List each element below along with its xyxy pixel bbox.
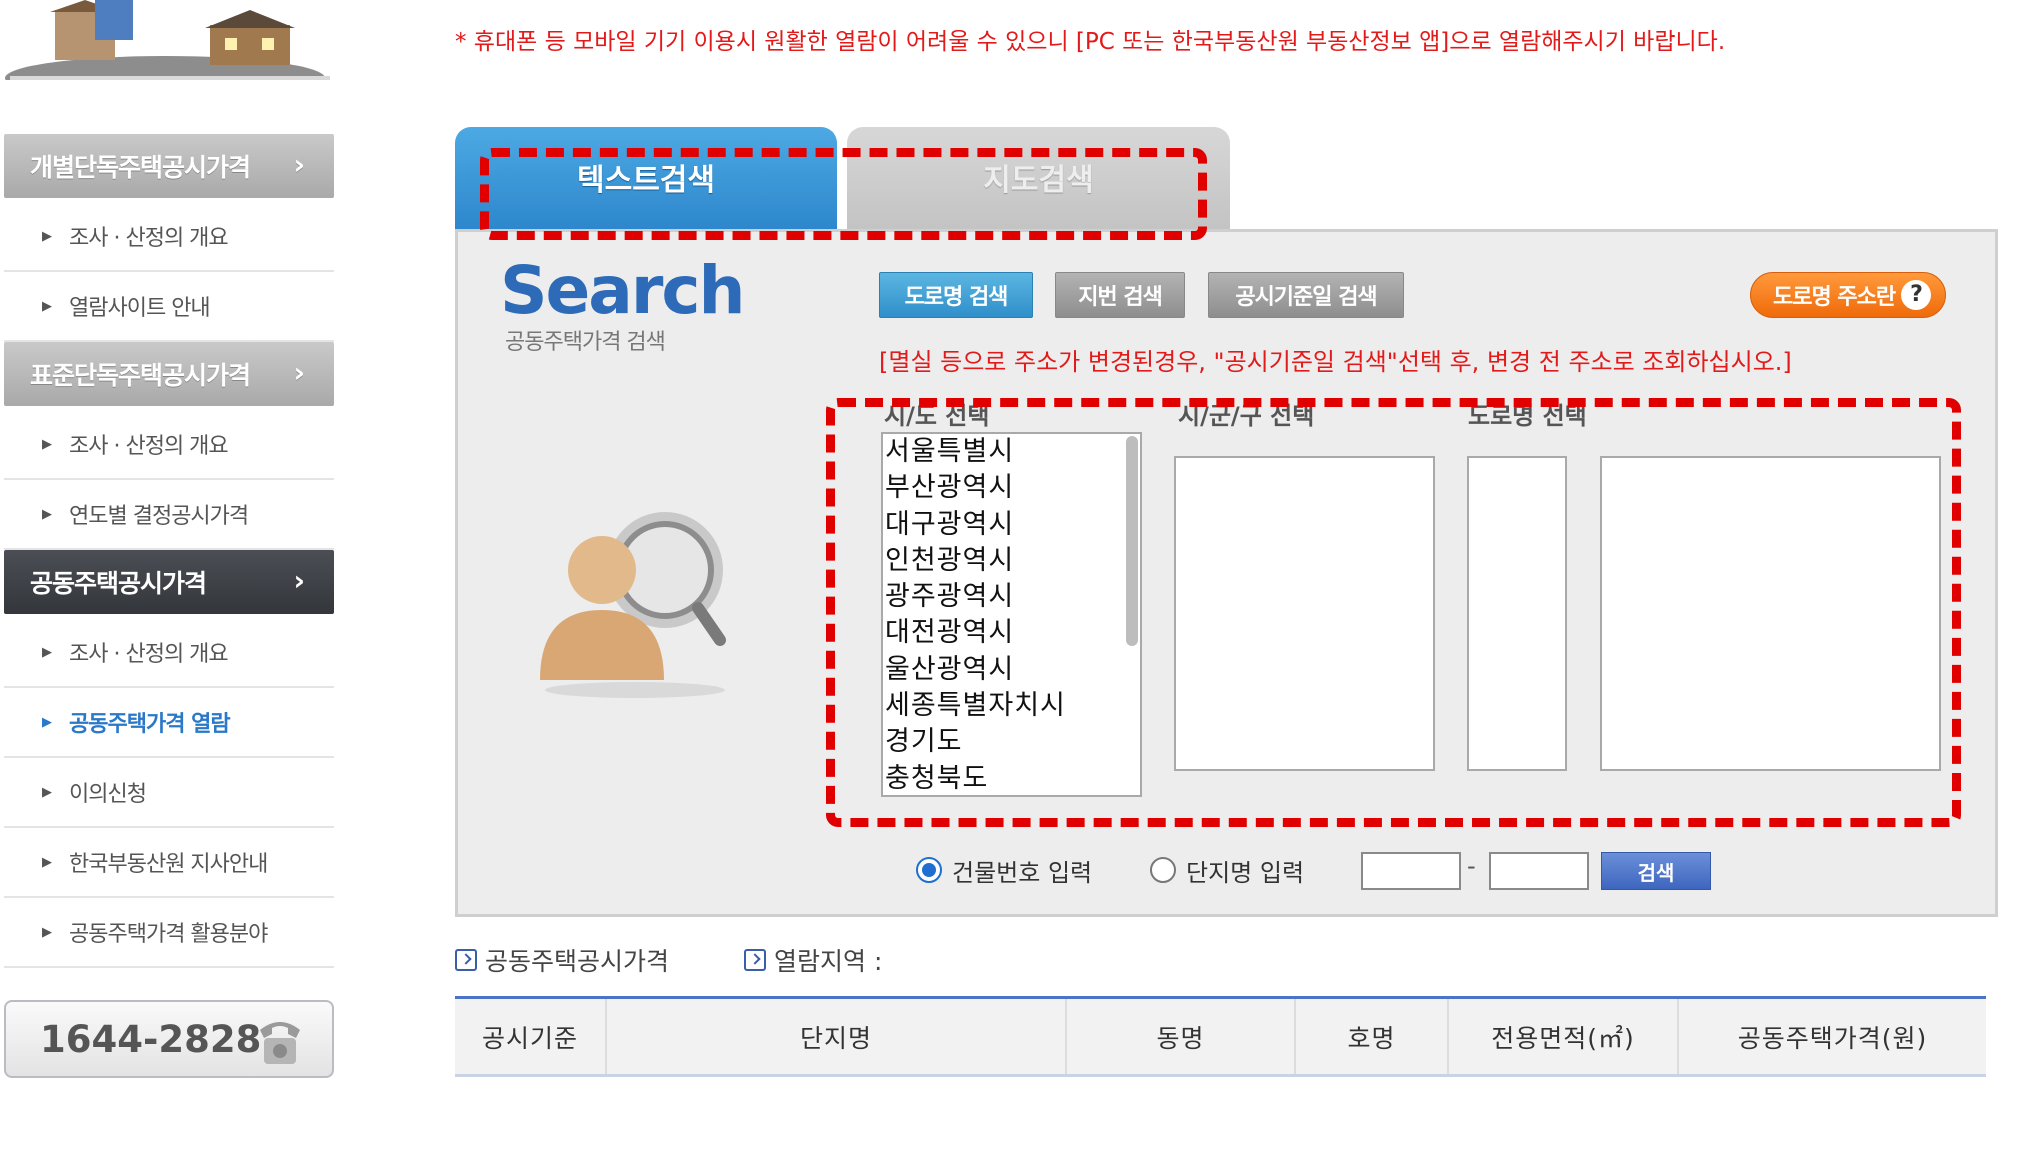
column-header: 공동주택가격(원) xyxy=(1737,1023,1928,1053)
separator-dash: - xyxy=(1467,852,1476,880)
sido-option[interactable]: 대전광역시 xyxy=(883,615,1140,651)
sidebar-item-site-guide[interactable]: ▶ 열람사이트 안내 xyxy=(4,272,334,342)
building-number-option[interactable]: 건물번호 입력 xyxy=(916,852,1092,888)
tab-text-search[interactable]: 텍스트검색 xyxy=(455,127,837,231)
sidebar-item-label: 이의신청 xyxy=(69,782,147,807)
road-select[interactable] xyxy=(1600,456,1941,771)
road-label: 도로명 선택 xyxy=(1468,402,1587,430)
houses-logo-art xyxy=(5,0,330,80)
result-region-text: 열람지역 : xyxy=(774,947,883,976)
column-header: 공시기준 xyxy=(455,999,607,1074)
arrow-right-icon: ▶ xyxy=(42,644,52,660)
result-table-header: 공시기준 단지명 동명 호명 전용면적(㎡) 공동주택가격(원) xyxy=(455,996,1986,1077)
sidebar-item-branches[interactable]: ▶ 한국부동산원 지사안내 xyxy=(4,828,334,898)
sidebar-category-label: 개별단독주택공시가격 xyxy=(30,153,251,182)
lot-search-button[interactable]: 지번 검색 xyxy=(1055,272,1185,318)
mobile-notice: * 휴대폰 등 모바일 기기 이용시 원활한 열람이 어려울 수 있으니 [PC… xyxy=(455,29,1726,55)
sidebar-item-label: 공동주택가격 활용분야 xyxy=(69,922,268,947)
sidebar-item-label: 연도별 결정공시가격 xyxy=(69,504,249,529)
radio-unselected[interactable] xyxy=(1150,857,1176,883)
sidebar-item-price-view[interactable]: ▶ 공동주택가격 열람 xyxy=(4,688,334,758)
arrow-right-icon: ▶ xyxy=(42,228,52,244)
search-logo: Search xyxy=(500,252,745,329)
chevron-right-icon: › xyxy=(293,356,305,389)
building-number-input-1[interactable] xyxy=(1361,852,1461,890)
chevron-right-icon: › xyxy=(293,564,305,597)
column-header: 호명 xyxy=(1296,999,1449,1074)
sidebar-category-label: 표준단독주택공시가격 xyxy=(30,361,251,390)
sido-option[interactable]: 광주광역시 xyxy=(883,579,1140,615)
radio-selected[interactable] xyxy=(916,857,942,883)
column-header: 전용면적(㎡) xyxy=(1449,999,1679,1074)
search-button[interactable]: 검색 xyxy=(1601,852,1711,890)
sidebar-item-label: 조사 · 산정의 개요 xyxy=(69,434,229,459)
sidebar-category-apartment[interactable]: 공동주택공시가격 › xyxy=(4,550,334,614)
sido-option[interactable]: 부산광역시 xyxy=(883,470,1140,506)
sidebar-item-label: 공동주택가격 열람 xyxy=(69,712,231,737)
sigungu-select[interactable] xyxy=(1174,456,1435,771)
help-icon: ? xyxy=(1901,280,1931,310)
phone-banner: 1644-2828 xyxy=(4,1000,334,1078)
building-number-label: 건물번호 입력 xyxy=(952,858,1093,887)
column-header: 동명 xyxy=(1067,999,1296,1074)
chevron-right-icon: › xyxy=(293,148,305,181)
phone-number: 1644-2828 xyxy=(40,1017,262,1061)
sido-label: 시/도 선택 xyxy=(884,402,990,430)
sido-option[interactable]: 서울특별시 xyxy=(883,434,1140,470)
sido-option[interactable]: 충청북도 xyxy=(883,761,1140,795)
sidebar-item-overview[interactable]: ▶ 조사 · 산정의 개요 xyxy=(4,618,334,688)
sido-option[interactable]: 인천광역시 xyxy=(883,543,1140,579)
arrow-box-icon xyxy=(744,949,766,971)
sidebar-item-overview[interactable]: ▶ 조사 · 산정의 개요 xyxy=(4,410,334,480)
sidebar-item-usage[interactable]: ▶ 공동주택가격 활용분야 xyxy=(4,898,334,968)
sidebar-item-overview[interactable]: ▶ 조사 · 산정의 개요 xyxy=(4,202,334,272)
arrow-right-icon: ▶ xyxy=(42,784,52,800)
arrow-box-icon xyxy=(455,949,477,971)
arrow-right-icon: ▶ xyxy=(42,854,52,870)
sido-select[interactable]: 서울특별시 부산광역시 대구광역시 인천광역시 광주광역시 대전광역시 울산광역… xyxy=(881,432,1142,797)
column-header: 단지명 xyxy=(607,999,1067,1074)
road-address-button[interactable]: 도로명 주소란 ? xyxy=(1750,272,1946,318)
complex-name-option[interactable]: 단지명 입력 xyxy=(1150,852,1304,888)
sido-option[interactable]: 대구광역시 xyxy=(883,507,1140,543)
sidebar-item-label: 조사 · 산정의 개요 xyxy=(69,226,229,251)
arrow-right-icon: ▶ xyxy=(42,506,52,522)
sido-scrollbar[interactable] xyxy=(1126,436,1138,646)
result-category-label: 공동주택공시가격 xyxy=(455,942,669,978)
sido-option[interactable]: 경기도 xyxy=(883,724,1140,760)
telephone-icon xyxy=(260,1022,300,1064)
person-magnifier-illustration xyxy=(540,512,726,698)
sigungu-label: 시/군/구 선택 xyxy=(1178,402,1315,430)
sido-option[interactable]: 울산광역시 xyxy=(883,652,1140,688)
arrow-right-icon: ▶ xyxy=(42,714,52,730)
sidebar-category-individual[interactable]: 개별단독주택공시가격 › xyxy=(4,134,334,198)
road-initial-select[interactable] xyxy=(1467,456,1567,771)
arrow-right-icon: ▶ xyxy=(42,298,52,314)
search-subtitle: 공동주택가격 검색 xyxy=(505,330,666,355)
sidebar-item-objection[interactable]: ▶ 이의신청 xyxy=(4,758,334,828)
sidebar-item-label: 조사 · 산정의 개요 xyxy=(69,642,229,667)
result-category-text: 공동주택공시가격 xyxy=(485,947,670,976)
date-search-button[interactable]: 공시기준일 검색 xyxy=(1208,272,1404,318)
sidebar-item-label: 한국부동산원 지사안내 xyxy=(69,852,268,877)
sidebar-item-label: 열람사이트 안내 xyxy=(69,296,211,321)
result-region-label: 열람지역 : xyxy=(744,942,882,978)
road-address-label: 도로명 주소란 xyxy=(1773,285,1896,310)
sidebar-category-standard[interactable]: 표준단독주택공시가격 › xyxy=(4,342,334,406)
sidebar-category-label: 공동주택공시가격 xyxy=(30,569,207,598)
tab-map-search[interactable]: 지도검색 xyxy=(847,127,1230,231)
road-search-button[interactable]: 도로명 검색 xyxy=(879,272,1033,318)
sido-option[interactable]: 세종특별자치시 xyxy=(883,688,1140,724)
complex-name-label: 단지명 입력 xyxy=(1186,858,1305,887)
arrow-right-icon: ▶ xyxy=(42,924,52,940)
arrow-right-icon: ▶ xyxy=(42,436,52,452)
sidebar-item-yearly[interactable]: ▶ 연도별 결정공시가격 xyxy=(4,480,334,550)
building-number-input-2[interactable] xyxy=(1489,852,1589,890)
address-warning: [멸실 등으로 주소가 변경된경우, "공시기준일 검색"선택 후, 변경 전 … xyxy=(879,348,1792,376)
